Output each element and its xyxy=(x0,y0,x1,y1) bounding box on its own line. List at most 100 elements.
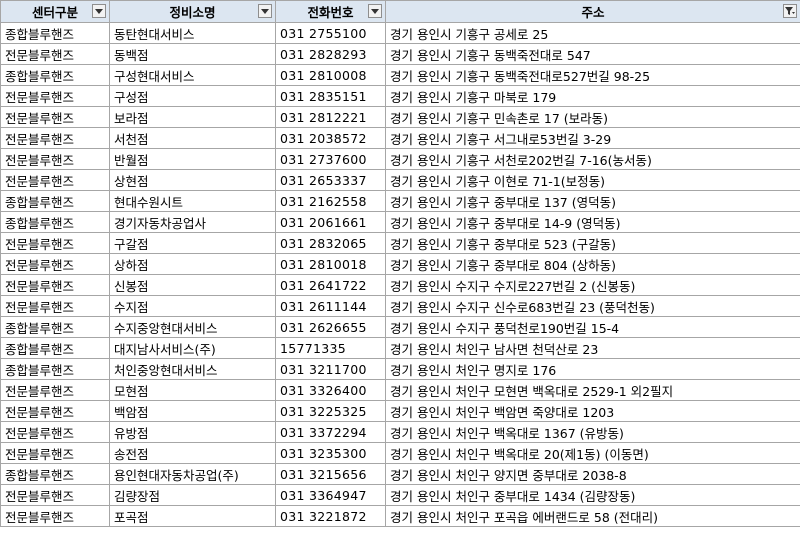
phone-cell[interactable]: 031 2828293 xyxy=(275,43,386,65)
chevron-down-icon[interactable] xyxy=(258,4,272,18)
shop-name-cell[interactable]: 반월점 xyxy=(109,148,276,170)
shop-name-cell[interactable]: 포곡점 xyxy=(109,505,276,527)
address-cell[interactable]: 경기 용인시 기흥구 중부대로 14-9 (영덕동) xyxy=(385,211,800,233)
phone-cell[interactable]: 031 2810008 xyxy=(275,64,386,86)
address-cell[interactable]: 경기 용인시 기흥구 서그내로53번길 3-29 xyxy=(385,127,800,149)
address-cell[interactable]: 경기 용인시 기흥구 이현로 71-1(보정동) xyxy=(385,169,800,191)
filter-active-icon[interactable] xyxy=(783,4,797,18)
shop-name-cell[interactable]: 동탄현대서비스 xyxy=(109,22,276,44)
address-cell[interactable]: 경기 용인시 기흥구 마북로 179 xyxy=(385,85,800,107)
shop-name-cell[interactable]: 상하점 xyxy=(109,253,276,275)
address-cell[interactable]: 경기 용인시 처인구 남사면 천덕산로 23 xyxy=(385,337,800,359)
shop-name-cell[interactable]: 용인현대자동차공업(주) xyxy=(109,463,276,485)
phone-cell[interactable]: 031 2835151 xyxy=(275,85,386,107)
shop-name-cell[interactable]: 모현점 xyxy=(109,379,276,401)
header-shop-name[interactable]: 정비소명 xyxy=(109,0,276,23)
center-type-cell[interactable]: 종합블루핸즈 xyxy=(0,358,110,380)
address-cell[interactable]: 경기 용인시 수지구 수지로227번길 2 (신봉동) xyxy=(385,274,800,296)
center-type-cell[interactable]: 전문블루핸즈 xyxy=(0,127,110,149)
address-cell[interactable]: 경기 용인시 처인구 백암면 죽양대로 1203 xyxy=(385,400,800,422)
address-cell[interactable]: 경기 용인시 기흥구 동백죽전대로527번길 98-25 xyxy=(385,64,800,86)
phone-cell[interactable]: 031 3326400 xyxy=(275,379,386,401)
address-cell[interactable]: 경기 용인시 기흥구 동백죽전대로 547 xyxy=(385,43,800,65)
shop-name-cell[interactable]: 동백점 xyxy=(109,43,276,65)
phone-cell[interactable]: 031 2038572 xyxy=(275,127,386,149)
phone-cell[interactable]: 031 2641722 xyxy=(275,274,386,296)
address-cell[interactable]: 경기 용인시 처인구 포곡읍 에버랜드로 58 (전대리) xyxy=(385,505,800,527)
phone-cell[interactable]: 031 3235300 xyxy=(275,442,386,464)
shop-name-cell[interactable]: 수지중앙현대서비스 xyxy=(109,316,276,338)
chevron-down-icon[interactable] xyxy=(368,4,382,18)
address-cell[interactable]: 경기 용인시 처인구 백옥대로 1367 (유방동) xyxy=(385,421,800,443)
phone-cell[interactable]: 031 2737600 xyxy=(275,148,386,170)
shop-name-cell[interactable]: 상현점 xyxy=(109,169,276,191)
center-type-cell[interactable]: 종합블루핸즈 xyxy=(0,64,110,86)
shop-name-cell[interactable]: 수지점 xyxy=(109,295,276,317)
phone-cell[interactable]: 031 2832065 xyxy=(275,232,386,254)
center-type-cell[interactable]: 전문블루핸즈 xyxy=(0,379,110,401)
phone-cell[interactable]: 031 3221872 xyxy=(275,505,386,527)
address-cell[interactable]: 경기 용인시 기흥구 중부대로 137 (영덕동) xyxy=(385,190,800,212)
shop-name-cell[interactable]: 김량장점 xyxy=(109,484,276,506)
phone-cell[interactable]: 031 3215656 xyxy=(275,463,386,485)
center-type-cell[interactable]: 전문블루핸즈 xyxy=(0,505,110,527)
shop-name-cell[interactable]: 유방점 xyxy=(109,421,276,443)
phone-cell[interactable]: 031 2810018 xyxy=(275,253,386,275)
center-type-cell[interactable]: 종합블루핸즈 xyxy=(0,463,110,485)
center-type-cell[interactable]: 전문블루핸즈 xyxy=(0,169,110,191)
center-type-cell[interactable]: 전문블루핸즈 xyxy=(0,442,110,464)
phone-cell[interactable]: 031 3372294 xyxy=(275,421,386,443)
center-type-cell[interactable]: 전문블루핸즈 xyxy=(0,253,110,275)
phone-cell[interactable]: 031 2162558 xyxy=(275,190,386,212)
address-cell[interactable]: 경기 용인시 기흥구 중부대로 804 (상하동) xyxy=(385,253,800,275)
address-cell[interactable]: 경기 용인시 수지구 신수로683번길 23 (풍덕천동) xyxy=(385,295,800,317)
phone-cell[interactable]: 15771335 xyxy=(275,337,386,359)
phone-cell[interactable]: 031 2611144 xyxy=(275,295,386,317)
phone-cell[interactable]: 031 2061661 xyxy=(275,211,386,233)
shop-name-cell[interactable]: 구갈점 xyxy=(109,232,276,254)
header-center-type[interactable]: 센터구분 xyxy=(0,0,110,23)
address-cell[interactable]: 경기 용인시 처인구 중부대로 1434 (김량장동) xyxy=(385,484,800,506)
address-cell[interactable]: 경기 용인시 처인구 명지로 176 xyxy=(385,358,800,380)
center-type-cell[interactable]: 종합블루핸즈 xyxy=(0,190,110,212)
center-type-cell[interactable]: 전문블루핸즈 xyxy=(0,232,110,254)
shop-name-cell[interactable]: 백암점 xyxy=(109,400,276,422)
shop-name-cell[interactable]: 구성점 xyxy=(109,85,276,107)
center-type-cell[interactable]: 전문블루핸즈 xyxy=(0,400,110,422)
shop-name-cell[interactable]: 구성현대서비스 xyxy=(109,64,276,86)
center-type-cell[interactable]: 전문블루핸즈 xyxy=(0,148,110,170)
shop-name-cell[interactable]: 서천점 xyxy=(109,127,276,149)
header-phone[interactable]: 전화번호 xyxy=(275,0,386,23)
center-type-cell[interactable]: 전문블루핸즈 xyxy=(0,43,110,65)
phone-cell[interactable]: 031 2653337 xyxy=(275,169,386,191)
center-type-cell[interactable]: 종합블루핸즈 xyxy=(0,337,110,359)
shop-name-cell[interactable]: 송전점 xyxy=(109,442,276,464)
address-cell[interactable]: 경기 용인시 수지구 풍덕천로190번길 15-4 xyxy=(385,316,800,338)
center-type-cell[interactable]: 전문블루핸즈 xyxy=(0,85,110,107)
shop-name-cell[interactable]: 신봉점 xyxy=(109,274,276,296)
chevron-down-icon[interactable] xyxy=(92,4,106,18)
center-type-cell[interactable]: 종합블루핸즈 xyxy=(0,316,110,338)
shop-name-cell[interactable]: 경기자동차공업사 xyxy=(109,211,276,233)
phone-cell[interactable]: 031 2812221 xyxy=(275,106,386,128)
center-type-cell[interactable]: 전문블루핸즈 xyxy=(0,295,110,317)
center-type-cell[interactable]: 전문블루핸즈 xyxy=(0,484,110,506)
center-type-cell[interactable]: 전문블루핸즈 xyxy=(0,106,110,128)
phone-cell[interactable]: 031 2755100 xyxy=(275,22,386,44)
phone-cell[interactable]: 031 3211700 xyxy=(275,358,386,380)
shop-name-cell[interactable]: 대지남사서비스(주) xyxy=(109,337,276,359)
phone-cell[interactable]: 031 3225325 xyxy=(275,400,386,422)
address-cell[interactable]: 경기 용인시 기흥구 민속촌로 17 (보라동) xyxy=(385,106,800,128)
shop-name-cell[interactable]: 처인중앙현대서비스 xyxy=(109,358,276,380)
address-cell[interactable]: 경기 용인시 처인구 양지면 중부대로 2038-8 xyxy=(385,463,800,485)
address-cell[interactable]: 경기 용인시 기흥구 중부대로 523 (구갈동) xyxy=(385,232,800,254)
shop-name-cell[interactable]: 현대수원시트 xyxy=(109,190,276,212)
address-cell[interactable]: 경기 용인시 처인구 모현면 백옥대로 2529-1 외2필지 xyxy=(385,379,800,401)
center-type-cell[interactable]: 종합블루핸즈 xyxy=(0,22,110,44)
shop-name-cell[interactable]: 보라점 xyxy=(109,106,276,128)
header-address[interactable]: 주소 xyxy=(385,0,800,23)
address-cell[interactable]: 경기 용인시 처인구 백옥대로 20(제1동) (이동면) xyxy=(385,442,800,464)
phone-cell[interactable]: 031 3364947 xyxy=(275,484,386,506)
address-cell[interactable]: 경기 용인시 기흥구 공세로 25 xyxy=(385,22,800,44)
center-type-cell[interactable]: 전문블루핸즈 xyxy=(0,274,110,296)
